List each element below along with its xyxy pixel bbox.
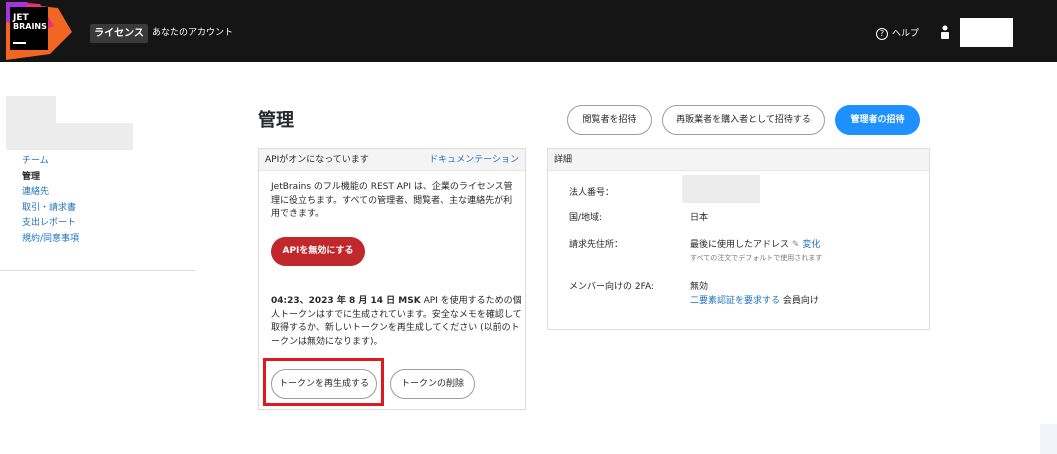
corp-number-label: 法人番号：	[569, 188, 615, 198]
billing-change-link[interactable]: 変化	[802, 240, 820, 250]
details-title: 詳細	[554, 155, 573, 165]
details-card: 詳細 法人番号： 国/地域: 日本 請求先住所： 最後に使用したアドレス ✎ 変…	[547, 148, 930, 330]
region-label: 国/地域:	[569, 213, 603, 223]
disable-api-button[interactable]: APIを無効にする	[271, 237, 365, 266]
jetbrains-logo[interactable]: JET BRAINS	[0, 2, 72, 60]
region-value: 日本	[690, 213, 709, 223]
top-bar: JET BRAINS ライセンス あなたのアカウント ? ヘルプ	[0, 0, 1057, 62]
billing-value-wrap: 最後に使用したアドレス ✎ 変化	[690, 237, 820, 250]
api-card-header: APIがオンになっています ドキュメンテーション	[259, 149, 525, 171]
user-icon[interactable]	[940, 25, 950, 39]
twofa-label: メンバー向けの 2FA:	[569, 282, 654, 292]
corner-widget	[1040, 424, 1057, 454]
nav-account[interactable]: あなたのアカウント	[152, 24, 233, 43]
sidebar-item-spend-report[interactable]: 支出レポート	[22, 216, 79, 232]
billing-note: すべての注文でデフォルトで使用されます	[690, 254, 823, 262]
details-card-header: 詳細	[548, 149, 929, 171]
twofa-suffix: 会員向け	[780, 296, 819, 306]
twofa-require: 二要素認証を要求する 会員向け	[690, 293, 819, 306]
sidebar-divider	[0, 270, 195, 271]
billing-value: 最後に使用したアドレス	[690, 240, 790, 250]
corp-number-value	[682, 175, 760, 203]
edit-icon[interactable]: ✎	[792, 240, 800, 250]
billing-label: 請求先住所：	[569, 240, 624, 250]
require-2fa-link[interactable]: 二要素認証を要求する	[690, 296, 780, 306]
user-account-box[interactable]	[960, 18, 1013, 47]
invite-reseller-button[interactable]: 再販業者を購入者として招待する	[662, 105, 825, 135]
token-info: 04:23、2023 年 8 月 14 日 MSK API を使用するための個人…	[271, 295, 525, 349]
twofa-value: 無効	[690, 282, 709, 292]
org-name-box	[6, 123, 133, 150]
api-status: APIがオンになっています	[265, 155, 369, 165]
page-title: 管理	[258, 110, 294, 131]
help-circle-icon: ?	[876, 28, 888, 40]
token-timestamp: 04:23、2023 年 8 月 14 日 MSK	[271, 296, 421, 306]
logo-text-brains: BRAINS	[13, 22, 47, 31]
sidebar-item-admin[interactable]: 管理	[22, 170, 79, 186]
invite-viewer-button[interactable]: 閲覧者を招待	[567, 105, 652, 135]
highlight-box	[263, 358, 384, 406]
sidebar-item-team[interactable]: チーム	[22, 154, 79, 170]
help-button[interactable]: ? ヘルプ	[876, 26, 919, 42]
sidebar-nav: チーム 管理 連絡先 取引・請求書 支出レポート 規約/同意事項	[22, 154, 79, 247]
sidebar-item-terms[interactable]: 規約/同意事項	[22, 232, 79, 248]
invite-admin-button[interactable]: 管理者の招待	[835, 105, 920, 135]
help-label: ヘルプ	[892, 29, 920, 39]
sidebar-item-transactions[interactable]: 取引・請求書	[22, 201, 79, 217]
nav-license[interactable]: ライセンス	[90, 24, 148, 43]
api-description: JetBrains のフル機能の REST API は、企業のライセンス管理に役…	[271, 182, 513, 219]
sidebar-item-contacts[interactable]: 連絡先	[22, 185, 79, 201]
documentation-link[interactable]: ドキュメンテーション	[429, 149, 519, 170]
delete-token-button[interactable]: トークンの削除	[390, 369, 475, 399]
org-avatar	[6, 96, 56, 123]
